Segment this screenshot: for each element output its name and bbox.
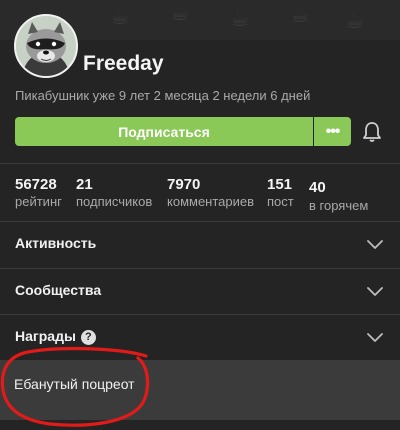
help-icon[interactable]: ?	[80, 329, 96, 345]
red-circle-annotation	[0, 346, 150, 427]
stat-value: 21	[76, 176, 93, 193]
stat-subscribers[interactable]: 21 подписчиков	[76, 176, 152, 209]
stat-comments[interactable]: 7970 комментариев	[167, 176, 254, 209]
chevron-down-icon	[367, 287, 383, 296]
avatar[interactable]	[14, 14, 78, 78]
stat-value: 7970	[167, 176, 201, 193]
stat-label: комментариев	[167, 194, 255, 209]
more-options-button[interactable]: •••	[314, 117, 351, 146]
stat-label: в горячем	[309, 198, 369, 213]
pattern-icon: ☕	[110, 4, 130, 29]
section-label: Награды	[15, 328, 76, 344]
section-label: Активность	[15, 235, 97, 251]
stat-value: 40	[309, 179, 326, 196]
pattern-icon: ☕	[170, 0, 190, 25]
subscribe-button[interactable]: Подписаться	[15, 117, 313, 146]
username: Freeday	[83, 52, 164, 75]
stat-value: 56728	[15, 176, 57, 193]
section-activity[interactable]: Активность	[0, 222, 400, 268]
stat-label: пост	[267, 194, 294, 209]
stat-rating[interactable]: 56728 рейтинг	[15, 176, 62, 209]
raccoon-avatar-icon	[16, 16, 76, 76]
stat-hot[interactable]: 40 в горячем	[309, 179, 368, 213]
more-dots-icon: •••	[325, 122, 341, 140]
stat-value: 151	[267, 176, 293, 193]
chevron-down-icon	[367, 333, 383, 342]
pattern-icon: ☕	[230, 6, 250, 31]
pattern-icon: ☕	[290, 2, 310, 27]
stat-label: подписчиков	[76, 194, 153, 209]
divider	[0, 163, 400, 164]
stat-label: рейтинг	[15, 194, 62, 209]
section-label: Сообщества	[15, 282, 102, 298]
bell-icon[interactable]	[362, 121, 382, 143]
section-label-row: Награды?	[15, 328, 96, 345]
section-communities[interactable]: Сообщества	[0, 269, 400, 315]
chevron-down-icon	[367, 240, 383, 249]
pattern-icon: ☕	[345, 8, 365, 33]
profile-tenure: Пикабушник уже 9 лет 2 месяца 2 недели 6…	[15, 88, 311, 103]
stat-posts[interactable]: 151 пост	[267, 176, 294, 209]
